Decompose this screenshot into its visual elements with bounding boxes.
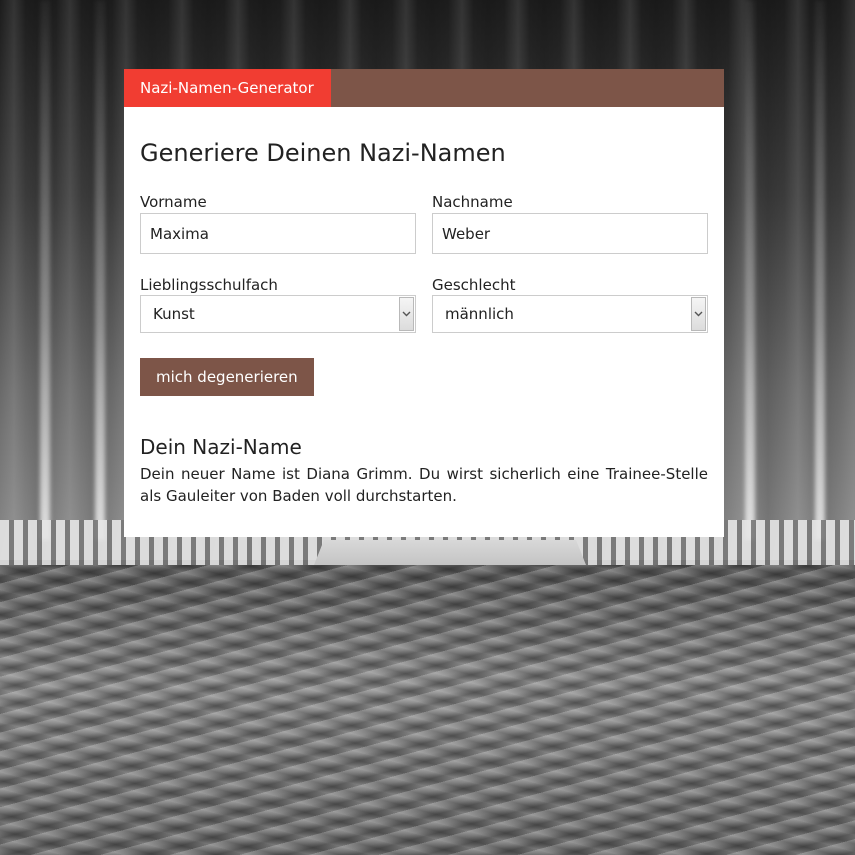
subject-label: Lieblingsschulfach bbox=[140, 276, 278, 294]
first-name-field: Vorname bbox=[140, 193, 416, 254]
last-name-label: Nachname bbox=[432, 193, 513, 211]
chevron-down-icon[interactable] bbox=[399, 297, 414, 331]
gender-field: Geschlecht männlich bbox=[432, 276, 708, 333]
gender-label: Geschlecht bbox=[432, 276, 516, 294]
subject-field: Lieblingsschulfach Kunst bbox=[140, 276, 416, 333]
first-name-label: Vorname bbox=[140, 193, 207, 211]
page-title: Generiere Deinen Nazi-Namen bbox=[140, 139, 506, 167]
card-header: Nazi-Namen-Generator bbox=[124, 69, 724, 107]
gender-selected-value: männlich bbox=[445, 305, 514, 323]
first-name-input[interactable] bbox=[140, 213, 416, 254]
light-beam bbox=[40, 0, 50, 540]
subject-select[interactable]: Kunst bbox=[140, 295, 416, 333]
chevron-down-icon[interactable] bbox=[691, 297, 706, 331]
result-text: Dein neuer Name ist Diana Grimm. Du wirs… bbox=[140, 465, 708, 505]
light-beam bbox=[95, 0, 105, 540]
generator-card: Nazi-Namen-Generator Generiere Deinen Na… bbox=[124, 69, 724, 537]
last-name-field: Nachname bbox=[432, 193, 708, 254]
tab-nazi-namen-generator[interactable]: Nazi-Namen-Generator bbox=[124, 69, 331, 107]
light-beam bbox=[745, 0, 755, 540]
light-beam bbox=[815, 0, 825, 540]
result-title: Dein Nazi-Name bbox=[140, 435, 302, 459]
last-name-input[interactable] bbox=[432, 213, 708, 254]
generate-button[interactable]: mich degenerieren bbox=[140, 358, 314, 396]
background-crowd bbox=[0, 565, 855, 855]
gender-select[interactable]: männlich bbox=[432, 295, 708, 333]
subject-selected-value: Kunst bbox=[153, 305, 195, 323]
